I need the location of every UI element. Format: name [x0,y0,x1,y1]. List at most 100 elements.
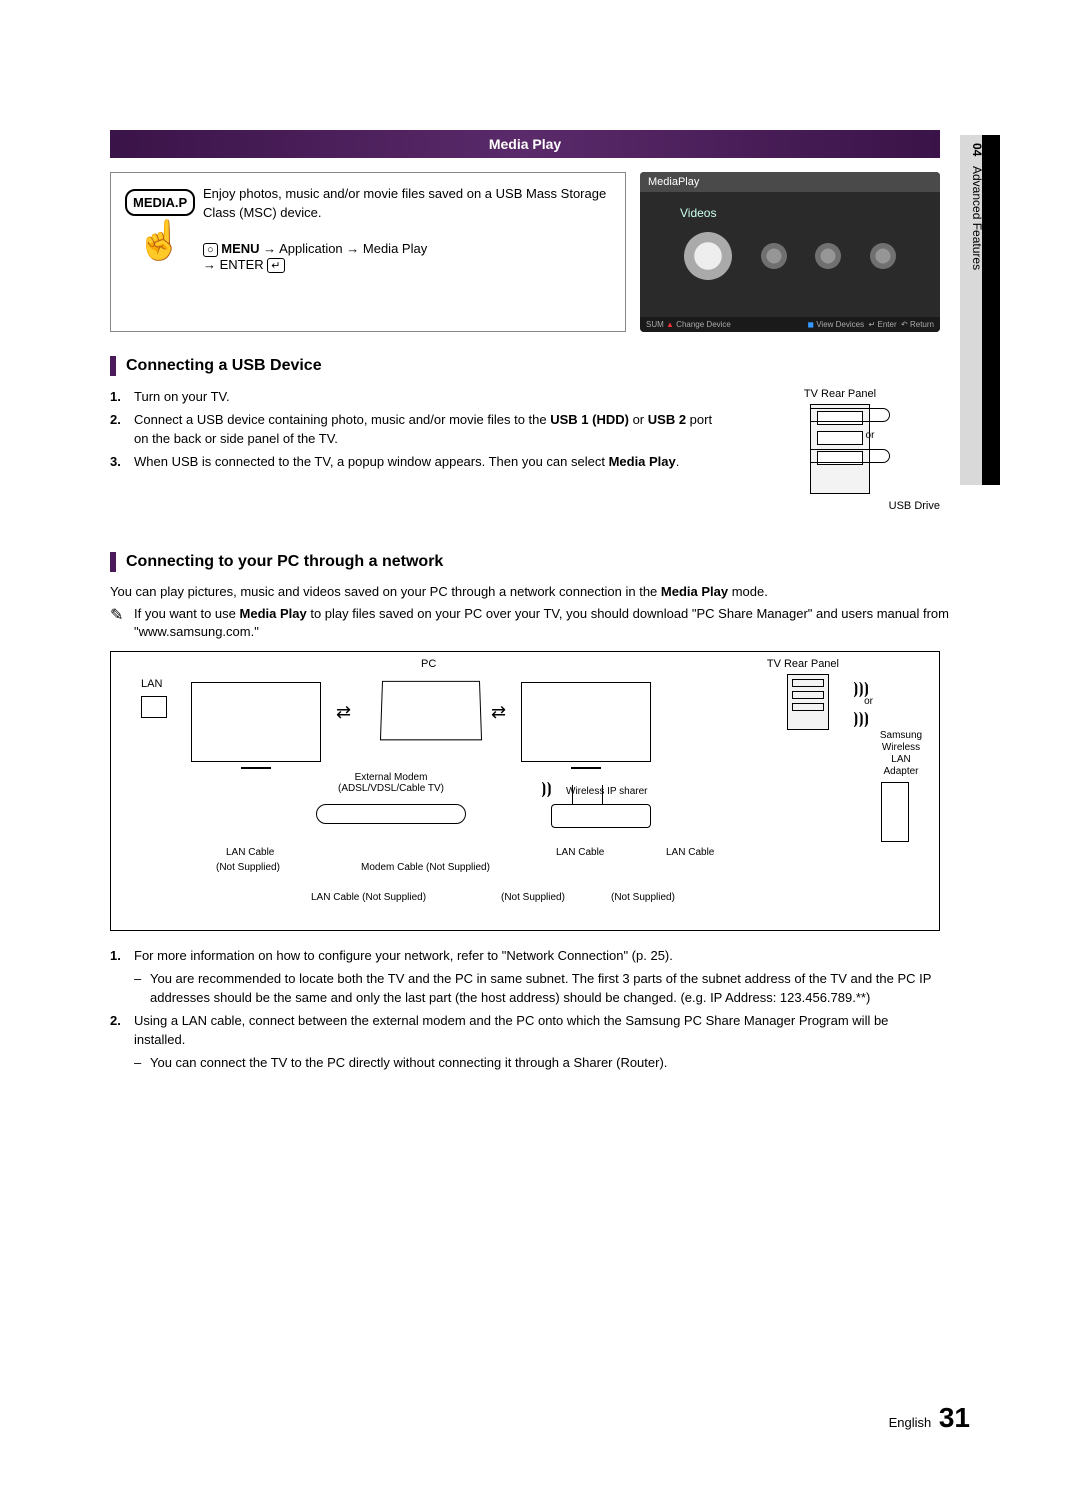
lan-label: LAN [141,678,162,690]
remote-key-icon: ○ [203,243,218,257]
tv-rear-panel-icon [787,674,829,730]
t: Wireless [882,742,920,753]
enter-key-icon: ↵ [267,258,284,273]
mp-view: View Devices [816,320,864,329]
modem-cable-label: Modem Cable (Not Supplied) [361,862,490,873]
footer-page: 31 [939,1402,970,1433]
section-title: Connecting a USB Device [126,357,322,375]
adapter-label: Samsung Wireless LAN Adapter [873,730,929,778]
tv-icon [191,682,321,762]
media-p-button: MEDIA.P [125,189,195,216]
usb-plug-icon [810,449,890,463]
footer-lang: English [889,1415,932,1430]
or-label: or [864,696,873,707]
net-step-1: For more information on how to configure… [110,947,940,1008]
ns-label: (Not Supplied) [216,862,280,873]
t: mode. [728,584,768,599]
section-banner: Media Play [110,130,940,158]
music-icon [761,243,787,269]
intro-row: MEDIA.P ☝ Enjoy photos, music and/or mov… [110,172,940,332]
wifi-icon: ⦘⦘⦘ [853,710,869,728]
net-step-2-sub: You can connect the TV to the PC directl… [134,1054,940,1073]
pc-note: If you want to use Media Play to play fi… [110,605,980,641]
wireless-label: Wireless IP sharer [566,786,648,797]
mediaplay-screenshot: MediaPlay Videos SUM ▲ Change Device ◼ V… [640,172,940,332]
or-label: or [810,430,930,441]
mp-enter: Enter [877,320,896,329]
chapter-number: 04 [970,143,984,156]
mp-bottom-left: SUM ▲ Change Device [646,320,731,329]
t: Media Play [609,454,676,469]
menu-path: ○ MENU → Application → Media Play → ENTE… [203,241,611,273]
mp-bottom-bar: SUM ▲ Change Device ◼ View Devices ↵ Ent… [640,317,940,332]
chapter-tab: 04 Advanced Features [960,135,1000,485]
lan-cable-ns-label: LAN Cable (Not Supplied) [311,892,426,903]
ns-label: (Not Supplied) [611,892,675,903]
arrows-icon: ⇄ [491,702,506,723]
usb-plugs: or [810,408,930,498]
usb-diagram: TV Rear Panel or USB Drive [740,388,940,512]
t: External Modem [355,772,428,783]
remote-icon: MEDIA.P ☝ [125,189,195,260]
t: LAN [891,754,910,765]
t: Samsung [880,730,922,741]
t: Media Play [240,606,307,621]
t: or [629,412,648,427]
usb-drive-label: USB Drive [740,500,940,512]
lan-cable-label: LAN Cable [666,847,714,858]
photo-icon [815,243,841,269]
film-reel-icon [684,232,732,280]
t: (ADSL/VDSL/Cable TV) [338,783,444,794]
chapter-title: Advanced Features [970,166,984,270]
t: Media Play [661,584,728,599]
t: Adapter [883,766,918,777]
mp-return: Return [910,320,934,329]
usb-step-1: Turn on your TV. [110,388,720,407]
usb-step-2: Connect a USB device containing photo, m… [110,411,720,449]
t: Using a LAN cable, connect between the e… [134,1013,888,1047]
t: Connect a USB device containing photo, m… [134,412,550,427]
ext-modem-label: External Modem (ADSL/VDSL/Cable TV) [321,772,461,794]
rear-label: TV Rear Panel [767,658,839,670]
net-step-2: Using a LAN cable, connect between the e… [110,1012,940,1073]
menu-path-enter: → ENTER [203,257,264,272]
mp-title: MediaPlay [640,172,940,192]
t: If you want to use [134,606,240,621]
intro-description: Enjoy photos, music and/or movie files s… [203,185,611,223]
chapter-tab-text: 04 Advanced Features [970,143,984,270]
section-heading-usb: Connecting a USB Device [110,356,980,376]
usb-steps: Turn on your TV. Connect a USB device co… [110,388,720,512]
hand-icon: ☝ [125,222,195,260]
arrows-icon: ⇄ [336,702,351,723]
mp-icons [670,232,910,280]
usb-diagram-title: TV Rear Panel [740,388,940,400]
t: You can play pictures, music and videos … [110,584,661,599]
lan-cable-label: LAN Cable [556,847,604,858]
mp-bottom-right: ◼ View Devices ↵ Enter ↶ Return [807,320,934,329]
lan-port-icon [141,696,167,718]
intro-box: MEDIA.P ☝ Enjoy photos, music and/or mov… [110,172,626,332]
pc-tower-icon [881,782,909,842]
mp-sum: SUM [646,320,664,329]
section-heading-pc: Connecting to your PC through a network [110,552,980,572]
network-steps: For more information on how to configure… [110,947,940,1072]
t: For more information on how to configure… [134,948,673,963]
ns-label: (Not Supplied) [501,892,565,903]
pc-intro: You can play pictures, music and videos … [110,584,980,599]
settings-icon [870,243,896,269]
mp-change: Change Device [676,320,731,329]
usb-plug-icon [810,408,890,422]
net-step-1-sub: You are recommended to locate both the T… [134,970,940,1008]
menu-path-rest: → Application → Media Play [260,241,428,256]
t: USB 1 (HDD) [550,412,629,427]
usb-step-3: When USB is connected to the TV, a popup… [110,453,720,472]
section-title: Connecting to your PC through a network [126,553,443,571]
wifi-icon: ⦘⦘ [541,780,552,798]
mp-tab-videos: Videos [680,206,716,220]
pc-label: PC [421,658,436,670]
tv-icon [521,682,651,762]
modem-icon [316,804,466,824]
chapter-tab-accent [982,135,1000,485]
network-diagram: LAN PC ⇄ ⇄ TV Rear Panel ⦘⦘⦘ or ⦘⦘⦘ Sams… [110,651,940,931]
t: When USB is connected to the TV, a popup… [134,454,609,469]
